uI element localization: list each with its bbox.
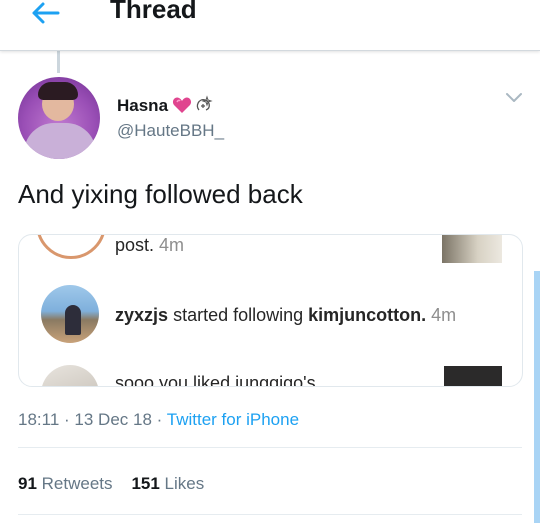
- tweet-text: And yixing followed back: [18, 179, 303, 209]
- divider: [18, 447, 522, 448]
- follow-notification-text: zyxzjs started following kimjuncotton. 4…: [115, 305, 457, 325]
- like-notification-text: sooo you liked jungqiqo's: [115, 373, 316, 387]
- notification-post-text: post. 4m: [115, 235, 185, 255]
- liker-avatar: [41, 365, 99, 386]
- top-bar: Thread: [0, 0, 540, 51]
- tweet-date: 13 Dec 18: [74, 410, 152, 429]
- liked-post-thumbnail: [444, 366, 502, 386]
- thread-connector-line: [57, 51, 60, 73]
- chevron-down-icon[interactable]: [505, 92, 523, 104]
- tweet-source-link[interactable]: Twitter for iPhone: [167, 410, 299, 429]
- scrollbar[interactable]: [534, 271, 540, 523]
- author-name[interactable]: Hasna: [117, 96, 168, 116]
- pink-heart-icon: [172, 97, 192, 113]
- retweets-stat[interactable]: 91 Retweets: [18, 474, 113, 493]
- divider: [18, 514, 522, 515]
- tweet-stats: 91 Retweets 151 Likes: [18, 474, 204, 494]
- tweet-meta: 18:11 · 13 Dec 18 · Twitter for iPhone: [18, 410, 300, 429]
- likes-stat[interactable]: 151 Likes: [131, 474, 204, 493]
- avatar[interactable]: [18, 77, 100, 159]
- arrow-left-icon: [32, 2, 60, 24]
- sparkle-icon: [196, 95, 213, 111]
- page-title: Thread: [110, 0, 197, 24]
- author-handle[interactable]: @HauteBBH_: [117, 121, 224, 141]
- back-button[interactable]: [28, 0, 64, 26]
- tweet-media-image[interactable]: post. 4m zyxzjs started following kimjun…: [18, 234, 523, 387]
- tweet-time: 18:11: [18, 410, 60, 429]
- post-thumbnail: [442, 235, 502, 263]
- notification-avatar: [36, 235, 106, 259]
- follower-avatar: [41, 285, 99, 343]
